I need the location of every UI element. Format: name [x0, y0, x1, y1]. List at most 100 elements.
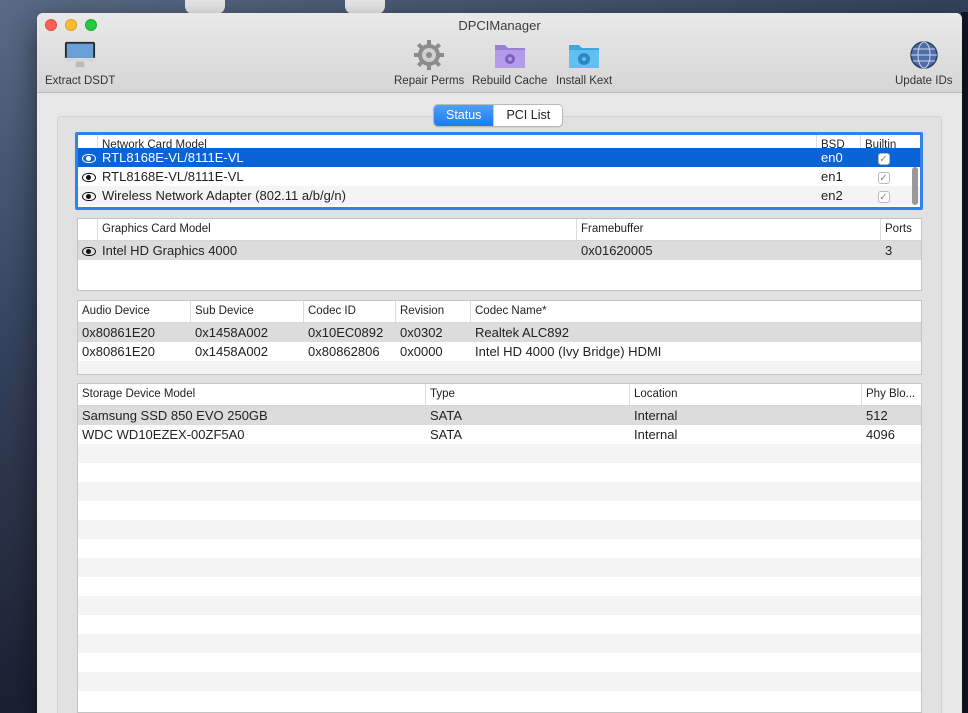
column-header-storage-device-model[interactable]: Storage Device Model	[78, 384, 426, 405]
audio-revision: 0x0302	[400, 325, 443, 340]
column-header-codec-name[interactable]: Codec Name*	[471, 301, 921, 322]
update-ids-button[interactable]: Update IDs	[895, 40, 953, 87]
install-kext-label: Install Kext	[556, 75, 613, 87]
rebuild-cache-label: Rebuild Cache	[472, 75, 548, 87]
column-header-phy-block[interactable]: Phy Blo...	[862, 384, 921, 405]
empty-row	[78, 539, 921, 558]
empty-row	[78, 463, 921, 482]
empty-row	[78, 361, 921, 374]
eye-icon	[82, 173, 96, 183]
audio-codec-name: Intel HD 4000 (Ivy Bridge) HDMI	[475, 344, 662, 359]
globe-icon	[908, 40, 940, 70]
storage-phy-block: 4096	[866, 427, 895, 442]
column-header-icon	[78, 219, 98, 240]
storage-phy-block: 512	[866, 408, 888, 423]
repair-perms-button[interactable]: Repair Perms	[394, 40, 464, 87]
imac-icon	[64, 40, 96, 70]
empty-row	[78, 672, 921, 691]
storage-device-model: WDC WD10EZEX-00ZF5A0	[82, 427, 245, 442]
network-table[interactable]: Network Card Model BSD Builtin RTL8168E-…	[75, 132, 923, 210]
eye-icon	[82, 154, 96, 164]
table-row[interactable]: Intel HD Graphics 4000 0x01620005 3	[78, 241, 921, 260]
network-scrollbar[interactable]	[912, 167, 918, 205]
network-bsd: en1	[821, 169, 843, 184]
table-row[interactable]: Samsung SSD 850 EVO 250GB SATA Internal …	[78, 406, 921, 425]
audio-revision: 0x0000	[400, 344, 443, 359]
column-header-audio-device[interactable]: Audio Device	[78, 301, 191, 322]
column-header-type[interactable]: Type	[426, 384, 630, 405]
audio-codec-name: Realtek ALC892	[475, 325, 569, 340]
audio-device: 0x80861E20	[82, 325, 156, 340]
desktop-wallpaper	[0, 293, 38, 713]
empty-row	[78, 501, 921, 520]
column-header-codec-id[interactable]: Codec ID	[304, 301, 396, 322]
audio-sub-device: 0x1458A002	[195, 325, 269, 340]
empty-row	[78, 634, 921, 653]
column-header-revision[interactable]: Revision	[396, 301, 471, 322]
table-row[interactable]: WDC WD10EZEX-00ZF5A0 SATA Internal 4096	[78, 425, 921, 444]
audio-device: 0x80861E20	[82, 344, 156, 359]
background-window	[961, 12, 968, 713]
empty-row	[78, 520, 921, 539]
network-bsd: en2	[821, 188, 843, 203]
audio-sub-device: 0x1458A002	[195, 344, 269, 359]
gear-icon	[413, 40, 445, 70]
empty-row	[78, 444, 921, 463]
graphics-framebuffer: 0x01620005	[581, 243, 653, 258]
view-tabs: Status PCI List	[433, 104, 564, 127]
empty-row	[78, 615, 921, 634]
folder-radiation-icon	[568, 40, 600, 70]
column-header-ports[interactable]: Ports	[881, 219, 921, 240]
audio-codec-id: 0x10EC0892	[308, 325, 384, 340]
title-bar: DPCIManager Extract DSDT Repair Perms Re…	[37, 13, 962, 93]
storage-type: SATA	[430, 427, 463, 442]
rebuild-cache-button[interactable]: Rebuild Cache	[472, 40, 547, 87]
audio-table-header: Audio Device Sub Device Codec ID Revisio…	[78, 301, 921, 323]
extract-dsdt-label: Extract DSDT	[45, 75, 116, 87]
table-row[interactable]: RTL8168E-VL/8111E-VL en1 ✓	[78, 167, 920, 186]
main-content: Status PCI List Network Card Model BSD B…	[37, 93, 962, 713]
storage-table-header: Storage Device Model Type Location Phy B…	[78, 384, 921, 406]
table-row[interactable]: 0x80861E20 0x1458A002 0x80862806 0x0000 …	[78, 342, 921, 361]
eye-icon	[82, 192, 96, 202]
column-header-framebuffer[interactable]: Framebuffer	[577, 219, 881, 240]
install-kext-button[interactable]: Install Kext	[556, 40, 612, 87]
graphics-card-model: Intel HD Graphics 4000	[102, 243, 238, 258]
desktop-icon	[185, 0, 225, 14]
storage-type: SATA	[430, 408, 463, 423]
tab-status[interactable]: Status	[434, 105, 494, 126]
folder-gear-icon	[494, 40, 526, 70]
eye-icon	[82, 247, 96, 257]
storage-location: Internal	[634, 408, 678, 423]
graphics-table[interactable]: Graphics Card Model Framebuffer Ports In…	[77, 218, 922, 291]
empty-row	[78, 596, 921, 615]
network-bsd: en0	[821, 150, 843, 165]
builtin-checkbox[interactable]: ✓	[877, 171, 890, 184]
empty-row	[78, 482, 921, 501]
network-card-model: RTL8168E-VL/8111E-VL	[102, 150, 244, 165]
graphics-ports: 3	[885, 243, 893, 258]
storage-table[interactable]: Storage Device Model Type Location Phy B…	[77, 383, 922, 713]
column-header-location[interactable]: Location	[630, 384, 862, 405]
empty-row	[78, 558, 921, 577]
empty-row	[78, 260, 921, 279]
storage-location: Internal	[634, 427, 678, 442]
column-header-graphics-card-model[interactable]: Graphics Card Model	[98, 219, 577, 240]
window-title: DPCIManager	[458, 18, 541, 33]
repair-perms-label: Repair Perms	[394, 75, 465, 87]
extract-dsdt-button[interactable]: Extract DSDT	[45, 40, 115, 87]
builtin-checkbox[interactable]: ✓	[877, 190, 890, 203]
audio-table[interactable]: Audio Device Sub Device Codec ID Revisio…	[77, 300, 922, 375]
storage-device-model: Samsung SSD 850 EVO 250GB	[82, 408, 268, 423]
desktop-icon	[345, 0, 385, 14]
table-row[interactable]: Wireless Network Adapter (802.11 a/b/g/n…	[78, 186, 920, 205]
network-card-model: RTL8168E-VL/8111E-VL	[102, 169, 244, 184]
builtin-checkbox[interactable]: ✓	[877, 152, 890, 165]
tab-pci-list[interactable]: PCI List	[493, 105, 563, 126]
table-row[interactable]: 0x80861E20 0x1458A002 0x10EC0892 0x0302 …	[78, 323, 921, 342]
empty-row	[78, 577, 921, 596]
table-row[interactable]: RTL8168E-VL/8111E-VL en0 ✓	[78, 148, 920, 167]
empty-row	[78, 653, 921, 672]
column-header-sub-device[interactable]: Sub Device	[191, 301, 304, 322]
audio-codec-id: 0x80862806	[308, 344, 380, 359]
